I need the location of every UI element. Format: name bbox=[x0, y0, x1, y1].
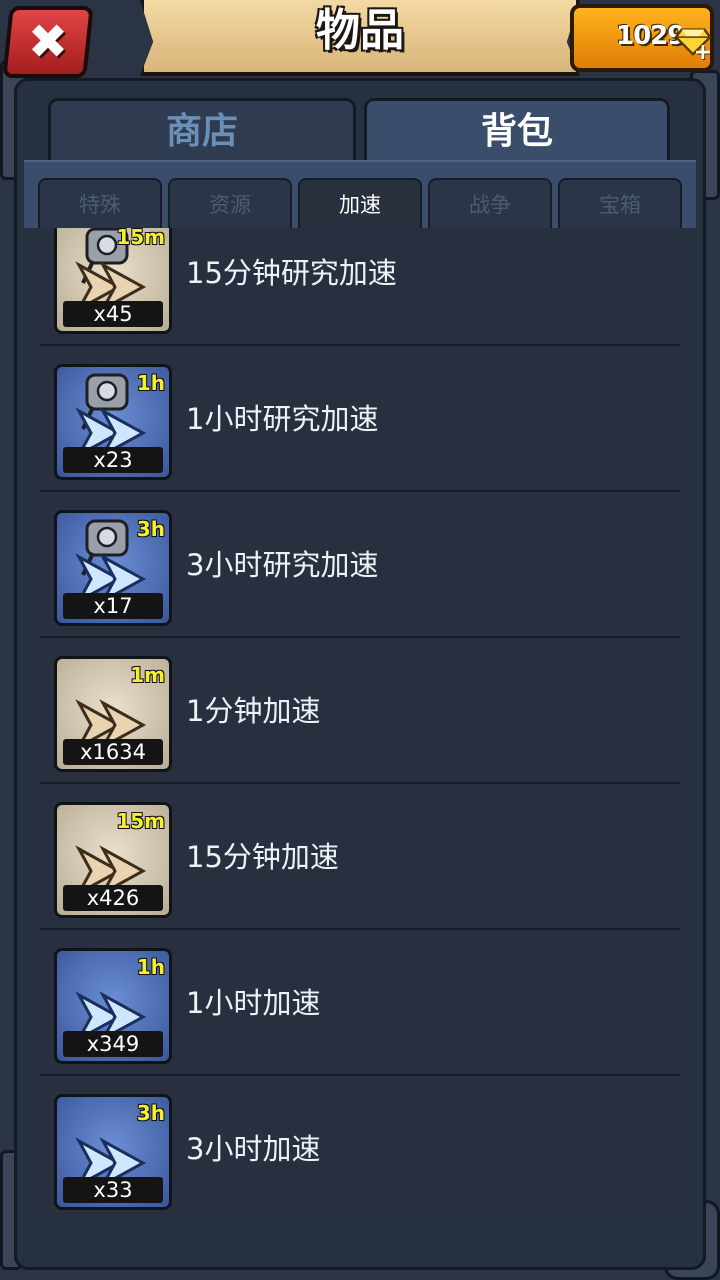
item-quantity: x23 bbox=[63, 447, 163, 473]
subtab-resources[interactable]: 资源 bbox=[168, 178, 292, 228]
gem-counter[interactable]: 1029 + bbox=[570, 4, 714, 72]
list-item[interactable]: 15m x426 15分钟加速 bbox=[40, 784, 680, 930]
tab-shop[interactable]: 商店 bbox=[48, 98, 356, 164]
item-label: 1小时加速 bbox=[186, 986, 321, 1020]
item-icon-box[interactable]: 15m x45 bbox=[54, 228, 172, 334]
item-quantity: x1634 bbox=[63, 739, 163, 765]
close-icon: ✖ bbox=[27, 14, 69, 70]
item-quantity: x33 bbox=[63, 1177, 163, 1203]
item-quantity: x17 bbox=[63, 593, 163, 619]
list-item[interactable]: 1m x1634 1分钟加速 bbox=[40, 638, 680, 784]
item-label: 3小时研究加速 bbox=[186, 548, 379, 582]
item-duration-badge: 15m bbox=[116, 228, 165, 249]
tab-backpack[interactable]: 背包 bbox=[364, 98, 670, 164]
list-item[interactable]: 3h x33 3小时加速 bbox=[40, 1076, 680, 1218]
item-duration-badge: 1h bbox=[136, 371, 165, 395]
title-banner bbox=[140, 0, 580, 76]
list-item[interactable]: 15m x45 15分钟研究加速 bbox=[40, 228, 680, 346]
list-item[interactable]: 1h x349 1小时加速 bbox=[40, 930, 680, 1076]
item-label: 15分钟研究加速 bbox=[186, 256, 397, 290]
item-icon-box[interactable]: 1h x23 bbox=[54, 364, 172, 480]
item-duration-badge: 1h bbox=[136, 955, 165, 979]
item-icon-box[interactable]: 3h x33 bbox=[54, 1094, 172, 1210]
add-gems-icon: + bbox=[693, 40, 713, 65]
item-duration-badge: 15m bbox=[116, 809, 165, 833]
item-icon-box[interactable]: 15m x426 bbox=[54, 802, 172, 918]
item-label: 3小时加速 bbox=[186, 1132, 321, 1166]
subtab-chest[interactable]: 宝箱 bbox=[558, 178, 682, 228]
item-label: 15分钟加速 bbox=[186, 840, 339, 874]
gem-count: 1029 bbox=[616, 21, 685, 51]
item-list[interactable]: 15m x45 15分钟研究加速 1h x23 1小时研究加速 3h x17 3小时研究加速 1m… bbox=[40, 228, 680, 1218]
item-quantity: x426 bbox=[63, 885, 163, 911]
item-icon-box[interactable]: 1m x1634 bbox=[54, 656, 172, 772]
close-button[interactable]: ✖ bbox=[2, 6, 94, 78]
list-item[interactable]: 1h x23 1小时研究加速 bbox=[40, 346, 680, 492]
item-label: 1小时研究加速 bbox=[186, 402, 379, 436]
item-icon-box[interactable]: 1h x349 bbox=[54, 948, 172, 1064]
item-quantity: x45 bbox=[63, 301, 163, 327]
item-duration-badge: 3h bbox=[136, 1101, 165, 1125]
subtab-special[interactable]: 特殊 bbox=[38, 178, 162, 228]
item-duration-badge: 1m bbox=[130, 663, 165, 687]
item-quantity: x349 bbox=[63, 1031, 163, 1057]
subtab-war[interactable]: 战争 bbox=[428, 178, 552, 228]
item-icon-box[interactable]: 3h x17 bbox=[54, 510, 172, 626]
item-duration-badge: 3h bbox=[136, 517, 165, 541]
list-item[interactable]: 3h x17 3小时研究加速 bbox=[40, 492, 680, 638]
subtab-speedup[interactable]: 加速 bbox=[298, 178, 422, 230]
item-label: 1分钟加速 bbox=[186, 694, 321, 728]
